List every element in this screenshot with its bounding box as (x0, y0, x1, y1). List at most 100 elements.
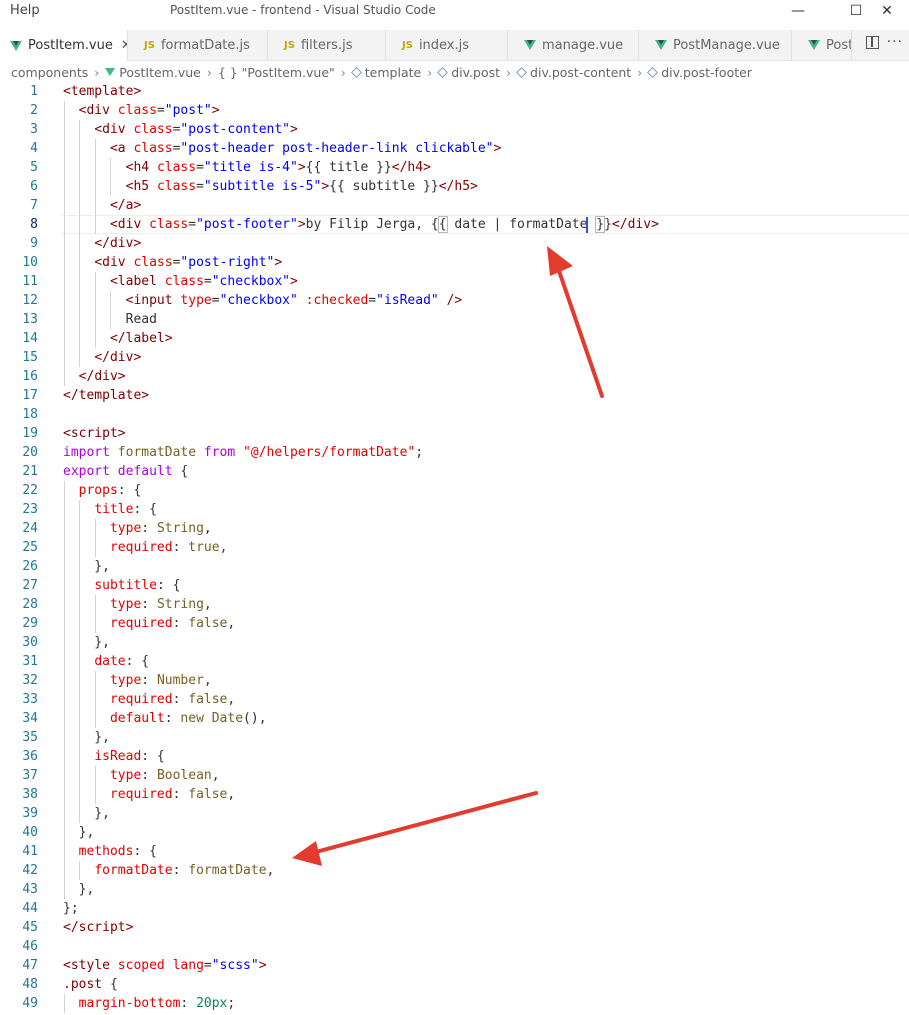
code-token: = (368, 293, 377, 308)
code-line[interactable]: 23 title: { (0, 500, 909, 519)
code-line[interactable]: 40 }, (0, 823, 909, 842)
code-text: required: false, (63, 690, 235, 709)
code-line[interactable]: 9 </div> (0, 234, 909, 253)
code-line[interactable]: 49 margin-bottom: 20px; (0, 994, 909, 1013)
breadcrumb-template[interactable]: template (365, 65, 421, 80)
code-line[interactable]: 27 subtitle: { (0, 576, 909, 595)
breadcrumb-div-post-content[interactable]: div.post-content (530, 65, 631, 80)
code-token: :checked (305, 293, 369, 308)
code-line[interactable]: 16 </div> (0, 367, 909, 386)
code-line[interactable]: 7 </a> (0, 196, 909, 215)
code-text: <div class="post-content"> (63, 120, 298, 139)
code-line[interactable]: 10 <div class="post-right"> (0, 253, 909, 272)
code-line[interactable]: 46 (0, 937, 909, 956)
tab-manage-vue[interactable]: manage.vue (508, 30, 639, 60)
code-line[interactable]: 19 <script> (0, 424, 909, 443)
code-line[interactable]: 44}; (0, 899, 909, 918)
code-line[interactable]: 3 <div class="post-content"> (0, 120, 909, 139)
code-line[interactable]: 47 <style scoped lang="scss"> (0, 956, 909, 975)
line-number: 41 (22, 844, 38, 859)
code-line[interactable]: 30 }, (0, 633, 909, 652)
code-token: : { (117, 483, 142, 498)
code-token: methods (78, 844, 134, 859)
code-line[interactable]: 35 }, (0, 728, 909, 747)
code-token: "post" (164, 103, 212, 118)
code-text: <div class="post"> (63, 101, 220, 120)
close-icon[interactable]: ✕ (121, 38, 127, 53)
code-token: : (164, 711, 181, 726)
code-line[interactable]: 18 (0, 405, 909, 424)
code-line[interactable]: 4 <a class="post-header post-header-link… (0, 139, 909, 158)
code-token: </ (109, 331, 126, 346)
tab-index-js[interactable]: JS index.js (386, 30, 508, 60)
code-token: = (211, 293, 220, 308)
code-line[interactable]: 1 <template> (0, 82, 909, 101)
tab-post-truncated[interactable]: Post (792, 30, 852, 60)
minimize-icon[interactable]: — (776, 0, 820, 22)
menu-help[interactable]: Help (10, 3, 40, 18)
code-token: type (109, 521, 142, 536)
code-token: > (117, 369, 126, 384)
tab-formatdate-js[interactable]: JS formatDate.js (128, 30, 268, 60)
split-editor-icon[interactable] (866, 36, 879, 49)
code-line[interactable]: 34 default: new Date(), (0, 709, 909, 728)
code-token: new (180, 711, 204, 726)
code-line[interactable]: 13 Read (0, 310, 909, 329)
breadcrumb-div-post-footer[interactable]: div.post-footer (661, 65, 752, 80)
code-token: : { (133, 844, 157, 859)
code-token: class (156, 160, 197, 175)
code-line[interactable]: 26 }, (0, 557, 909, 576)
code-line[interactable]: 21 export default { (0, 462, 909, 481)
code-line[interactable]: 32 type: Number, (0, 671, 909, 690)
code-line[interactable]: 2 <div class="post"> (0, 101, 909, 120)
breadcrumb-div-post[interactable]: div.post (451, 65, 500, 80)
tab-postmanage-vue[interactable]: PostManage.vue (639, 30, 792, 60)
code-line[interactable]: 24 type: String, (0, 519, 909, 538)
code-line[interactable]: 43 }, (0, 880, 909, 899)
code-line[interactable]: 5 <h4 class="title is-4">{{ title }}</h4… (0, 158, 909, 177)
code-line[interactable]: 17 </template> (0, 386, 909, 405)
tab-postitem-vue[interactable]: PostItem.vue ✕ (0, 30, 128, 61)
code-line[interactable]: 31 date: { (0, 652, 909, 671)
breadcrumb-module[interactable]: { } "PostItem.vue" (218, 65, 335, 80)
code-line[interactable]: 6 <h5 class="subtitle is-5">{{ subtitle … (0, 177, 909, 196)
code-line[interactable]: 45 </script> (0, 918, 909, 937)
code-line[interactable]: 22 props: { (0, 481, 909, 500)
breadcrumb-components[interactable]: components (11, 65, 88, 80)
code-line[interactable]: 28 type: String, (0, 595, 909, 614)
code-text: import formatDate from "@/helpers/format… (63, 443, 423, 462)
code-line[interactable]: 36 isRead: { (0, 747, 909, 766)
code-text: }; (63, 899, 79, 918)
code-line[interactable]: 8 <div class="post-footer">by Filip Jerg… (0, 215, 909, 234)
code-line[interactable]: 42 formatDate: formatDate, (0, 861, 909, 880)
code-line[interactable]: 15 </div> (0, 348, 909, 367)
code-line[interactable]: 25 required: true, (0, 538, 909, 557)
code-text: </template> (63, 386, 149, 405)
code-line[interactable]: 38 required: false, (0, 785, 909, 804)
code-line[interactable]: 37 type: Boolean, (0, 766, 909, 785)
tab-label: manage.vue (542, 37, 624, 53)
code-editor[interactable]: 1 <template> 2 <div class="post"> 3 <div cl… (0, 82, 909, 1015)
code-line[interactable]: 20 import formatDate from "@/helpers/form… (0, 443, 909, 462)
code-line[interactable]: 11 <label class="checkbox"> (0, 272, 909, 291)
code-token: lang (172, 958, 204, 973)
code-line[interactable]: 29 required: false, (0, 614, 909, 633)
code-line[interactable]: 12 <input type="checkbox" :checked="isRe… (0, 291, 909, 310)
code-line[interactable]: 14 </label> (0, 329, 909, 348)
more-actions-icon[interactable]: ··· (887, 34, 903, 50)
code-line[interactable]: 48 .post { (0, 975, 909, 994)
code-line[interactable]: 33 required: false, (0, 690, 909, 709)
code-line[interactable]: 41 methods: { (0, 842, 909, 861)
close-window-icon[interactable]: ✕ (865, 0, 909, 22)
breadcrumb-file[interactable]: PostItem.vue (119, 65, 201, 80)
code-line[interactable]: 39 }, (0, 804, 909, 823)
line-number: 12 (22, 293, 38, 308)
code-text: }, (63, 804, 110, 823)
line-number: 8 (30, 217, 38, 232)
tab-filters-js[interactable]: JS filters.js (268, 30, 386, 60)
code-token: > (470, 179, 478, 194)
